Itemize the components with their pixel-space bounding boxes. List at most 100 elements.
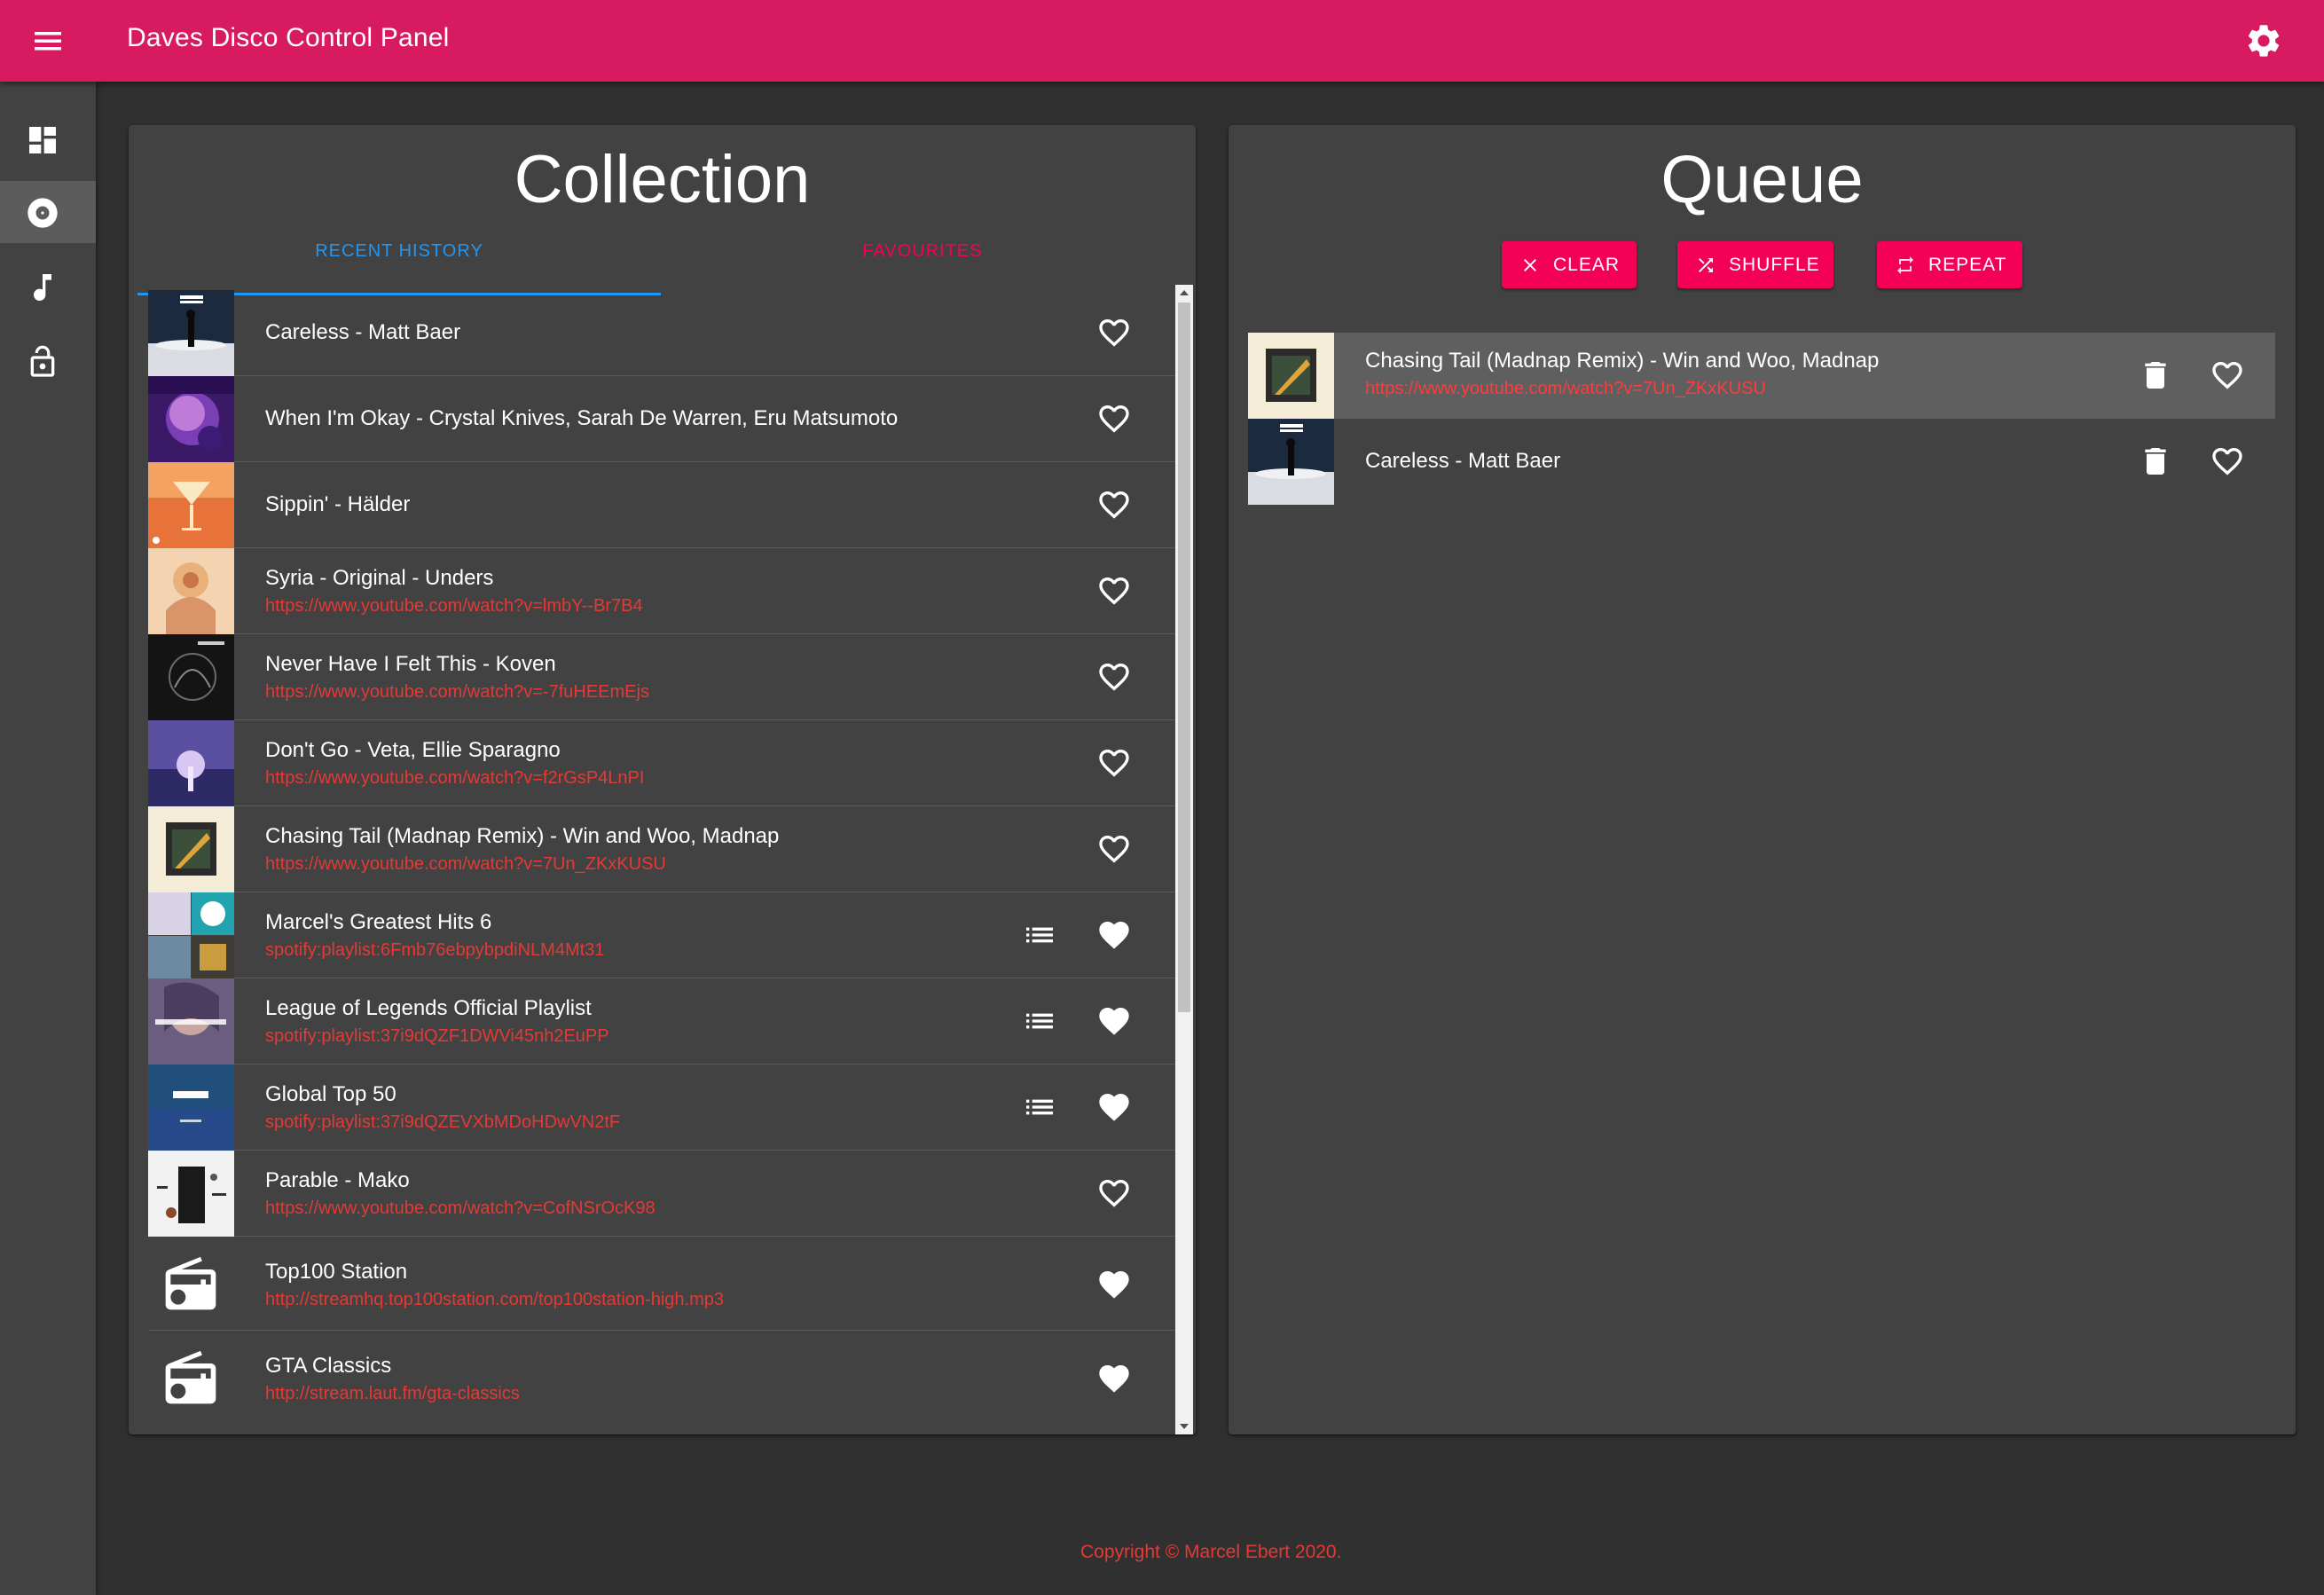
dashboard-icon	[29, 127, 56, 153]
footer-copyright: Copyright © Marcel Ebert 2020.	[1080, 1542, 1342, 1562]
album-art	[148, 1065, 234, 1151]
list-item[interactable]: Marcel's Greatest Hits 6 spotify:playlis…	[148, 892, 1179, 978]
scroll-thumb[interactable]	[1178, 302, 1190, 1012]
tab-favourites[interactable]: FAVOURITES	[661, 233, 1184, 295]
album-art	[1248, 419, 1334, 505]
side-nav	[0, 82, 96, 1595]
heart-filled-icon[interactable]	[1096, 917, 1132, 953]
item-url: spotify:playlist:37i9dQZEVXbMDoHDwVN2tF	[265, 1112, 621, 1132]
shuffle-label: SHUFFLE	[1729, 255, 1820, 275]
queue-item[interactable]: Chasing Tail (Madnap Remix) - Win and Wo…	[1248, 333, 2275, 419]
item-title: Careless - Matt Baer	[265, 320, 461, 344]
heart-outline-icon[interactable]	[2210, 444, 2245, 479]
heart-outline-icon[interactable]	[1096, 1175, 1132, 1211]
delete-icon[interactable]	[2138, 358, 2173, 393]
playlist-icon[interactable]	[1022, 917, 1057, 953]
list-item[interactable]: Never Have I Felt This - Koven https://w…	[148, 634, 1179, 720]
app-title: Daves Disco Control Panel	[127, 23, 450, 52]
item-title: League of Legends Official Playlist	[265, 996, 592, 1020]
clear-button[interactable]: CLEAR	[1502, 241, 1637, 288]
item-title: GTA Classics	[265, 1354, 392, 1378]
list-item[interactable]: Parable - Mako https://www.youtube.com/w…	[148, 1151, 1179, 1237]
nav-item-lock[interactable]	[0, 330, 96, 392]
item-url: https://www.youtube.com/watch?v=CofNSrOc…	[265, 1198, 656, 1218]
heart-outline-icon[interactable]	[1096, 573, 1132, 609]
list-item[interactable]: GTA Classics http://stream.laut.fm/gta-c…	[148, 1331, 1179, 1425]
list-item[interactable]: Chasing Tail (Madnap Remix) - Win and Wo…	[148, 806, 1179, 892]
list-item[interactable]: Careless - Matt Baer	[148, 290, 1179, 376]
playlist-icon[interactable]	[1022, 1089, 1057, 1125]
disc-icon	[27, 198, 58, 228]
heart-filled-icon[interactable]	[1096, 1267, 1132, 1302]
item-url: https://www.youtube.com/watch?v=lmbY--Br…	[265, 596, 643, 616]
clear-label: CLEAR	[1553, 255, 1621, 275]
item-title: Chasing Tail (Madnap Remix) - Win and Wo…	[265, 824, 780, 848]
heart-outline-icon[interactable]	[1096, 487, 1132, 522]
heart-outline-icon[interactable]	[2210, 358, 2245, 393]
app-bar: Daves Disco Control Panel	[0, 0, 2324, 82]
queue-card: Queue CLEAR SHUFFLE REPEAT Chasing Tail …	[1229, 125, 2296, 1434]
delete-icon[interactable]	[2138, 444, 2173, 479]
repeat-label: REPEAT	[1928, 255, 2007, 275]
item-url: http://streamhq.top100station.com/top100…	[265, 1290, 724, 1309]
shuffle-icon	[1699, 258, 1713, 272]
heart-outline-icon[interactable]	[1096, 831, 1132, 867]
item-title: Parable - Mako	[265, 1168, 410, 1192]
radio-icon	[165, 1350, 216, 1404]
heart-outline-icon[interactable]	[1096, 659, 1132, 695]
album-art	[148, 290, 234, 376]
close-icon	[1524, 259, 1536, 271]
album-art	[148, 720, 234, 806]
heart-filled-icon[interactable]	[1096, 1361, 1132, 1396]
queue-item[interactable]: Careless - Matt Baer	[1248, 419, 2275, 505]
list-item[interactable]: Syria - Original - Unders https://www.yo…	[148, 548, 1179, 634]
nav-item-collection[interactable]	[0, 181, 96, 243]
repeat-button[interactable]: REPEAT	[1877, 241, 2022, 288]
album-art	[148, 1151, 234, 1237]
list-item[interactable]: Don't Go - Veta, Ellie Sparagno https://…	[148, 720, 1179, 806]
list-item[interactable]: Global Top 50 spotify:playlist:37i9dQZEV…	[148, 1065, 1179, 1151]
item-title: Sippin' - Hälder	[265, 492, 411, 516]
playlist-icon[interactable]	[1022, 1003, 1057, 1039]
list-item[interactable]: Sippin' - Hälder	[148, 462, 1179, 548]
album-art	[148, 462, 234, 548]
collection-title: Collection	[514, 142, 811, 217]
nav-item-music[interactable]	[0, 255, 96, 318]
radio-icon	[165, 1256, 216, 1310]
item-url: https://www.youtube.com/watch?v=-7fuHEEm…	[265, 682, 649, 702]
item-title: Global Top 50	[265, 1082, 396, 1106]
album-art	[1248, 333, 1334, 419]
item-title: Careless - Matt Baer	[1365, 449, 1561, 473]
list-item[interactable]: When I'm Okay - Crystal Knives, Sarah De…	[148, 376, 1179, 462]
item-url: https://www.youtube.com/watch?v=f2rGsP4L…	[265, 768, 645, 788]
item-title: Don't Go - Veta, Ellie Sparagno	[265, 738, 561, 762]
queue-title: Queue	[1661, 142, 1864, 217]
scroll-down-arrow[interactable]	[1180, 1424, 1189, 1429]
item-url: spotify:playlist:37i9dQZF1DWVi45nh2EuPP	[265, 1026, 609, 1046]
list-item[interactable]: League of Legends Official Playlist spot…	[148, 978, 1179, 1065]
item-title: Never Have I Felt This - Koven	[265, 652, 556, 676]
album-art	[148, 634, 234, 720]
scroll-up-arrow[interactable]	[1180, 290, 1189, 295]
album-art	[148, 548, 234, 634]
heart-outline-icon[interactable]	[1096, 745, 1132, 781]
item-url: https://www.youtube.com/watch?v=7Un_ZKxK…	[265, 854, 666, 874]
heart-outline-icon[interactable]	[1096, 315, 1132, 350]
album-art	[148, 376, 234, 462]
heart-filled-icon[interactable]	[1096, 1089, 1132, 1125]
tab-recent-history[interactable]: RECENT HISTORY	[137, 233, 661, 295]
shuffle-button[interactable]: SHUFFLE	[1677, 241, 1833, 288]
collection-scrollbar[interactable]	[1175, 285, 1193, 1434]
menu-icon[interactable]	[27, 23, 69, 59]
nav-item-dashboard[interactable]	[0, 108, 96, 170]
settings-icon[interactable]	[2244, 21, 2283, 60]
album-art	[148, 892, 234, 978]
heart-filled-icon[interactable]	[1096, 1003, 1132, 1039]
item-url: spotify:playlist:6Fmb76ebpybpdiNLM4Mt31	[265, 940, 605, 960]
item-title: When I'm Okay - Crystal Knives, Sarah De…	[265, 406, 899, 430]
item-title: Syria - Original - Unders	[265, 566, 494, 590]
collection-card: Collection RECENT HISTORY FAVOURITES Car…	[129, 125, 1196, 1434]
album-art	[148, 978, 234, 1065]
heart-outline-icon[interactable]	[1096, 401, 1132, 436]
list-item[interactable]: Top100 Station http://streamhq.top100sta…	[148, 1237, 1179, 1331]
